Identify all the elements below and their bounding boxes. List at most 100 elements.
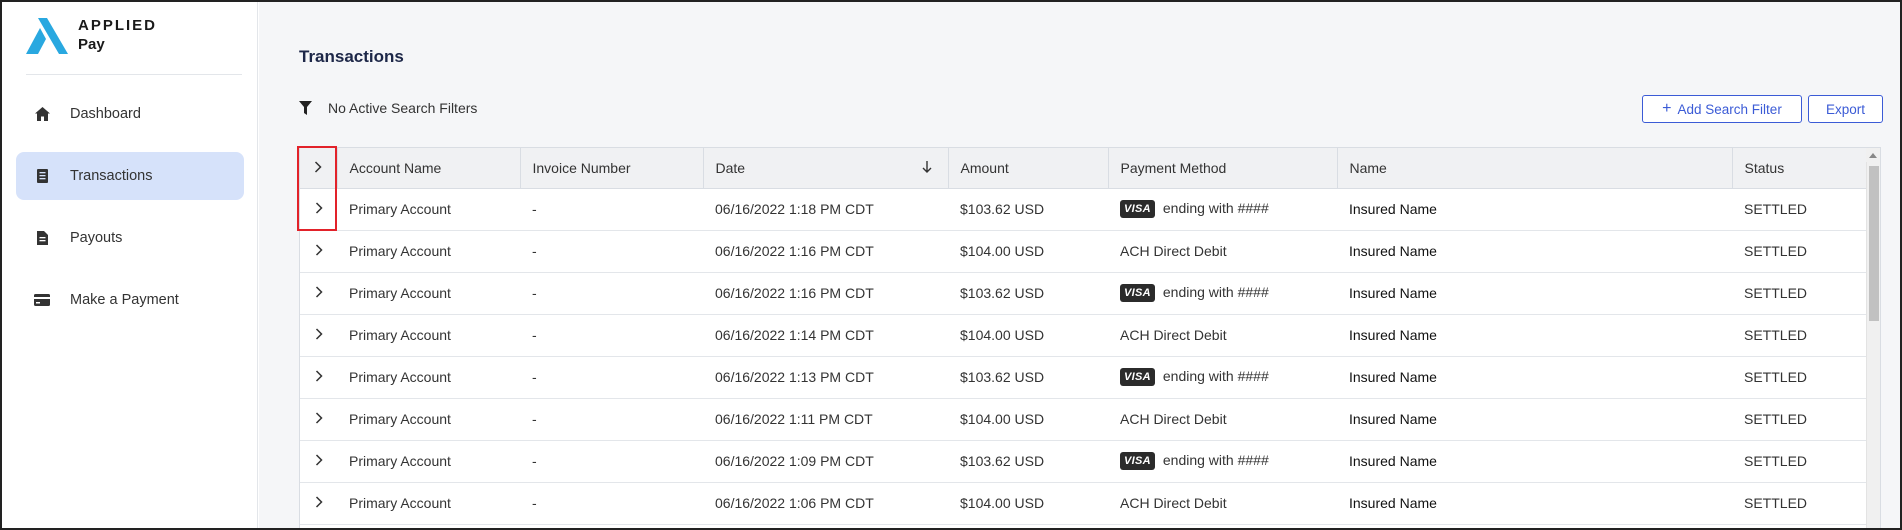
receipt-icon [32, 166, 52, 186]
row-expand-toggle[interactable] [300, 230, 337, 273]
logo-text-line2: Pay [78, 36, 105, 53]
cell-invoice-number: - [520, 188, 703, 231]
cell-name: Insured Name [1337, 440, 1732, 483]
main-content: Transactions No Active Search Filters + … [259, 2, 1900, 528]
column-header-amount[interactable]: Amount [948, 148, 1109, 189]
cell-account-name: Primary Account [337, 356, 520, 399]
cell-account-name: Primary Account [337, 440, 520, 483]
cell-amount: $104.00 USD [948, 314, 1108, 357]
plus-icon: + [1662, 100, 1672, 117]
cell-date: 06/16/2022 1:18 PM CDT [703, 188, 948, 231]
transactions-table: Account Name Invoice Number Date Amount … [299, 147, 1881, 528]
cell-date: 06/16/2022 1:09 PM CDT [703, 440, 948, 483]
row-expand-toggle[interactable] [300, 440, 337, 483]
row-expand-toggle[interactable] [300, 188, 337, 231]
cell-payment-method: ACH Direct Debit [1108, 482, 1337, 525]
cell-status: SETTLED [1732, 230, 1868, 273]
row-expand-toggle[interactable] [300, 482, 337, 525]
sidebar: APPLIED Pay Dashboard Transactions Payou… [2, 2, 258, 528]
table-body: Primary Account -06/16/2022 1:18 PM CDT $1… [300, 188, 1868, 525]
row-expand-toggle[interactable] [300, 398, 337, 441]
chevron-right-icon [314, 160, 322, 176]
payment-method-text: ending with #### [1162, 199, 1269, 216]
cell-name: Insured Name [1337, 482, 1732, 525]
cell-date: 06/16/2022 1:14 PM CDT [703, 314, 948, 357]
cell-invoice-number: - [520, 398, 703, 441]
cell-name: Insured Name [1337, 314, 1732, 357]
column-header-date[interactable]: Date [703, 148, 949, 189]
table-row[interactable]: Primary Account -06/16/2022 1:14 PM CDT $1… [300, 314, 1868, 357]
chevron-right-icon [315, 243, 323, 259]
sidebar-item-make-a-payment[interactable]: Make a Payment [16, 276, 244, 324]
cell-name: Insured Name [1337, 272, 1732, 315]
sidebar-item-dashboard[interactable]: Dashboard [16, 90, 244, 138]
applied-pay-logo[interactable]: APPLIED Pay [26, 18, 157, 58]
table-scrollbar[interactable] [1866, 162, 1880, 528]
cell-account-name: Primary Account [337, 482, 520, 525]
cell-invoice-number: - [520, 272, 703, 315]
table-row[interactable]: Primary Account -06/16/2022 1:13 PM CDT $1… [300, 356, 1868, 399]
sidebar-item-payouts[interactable]: Payouts [16, 214, 244, 262]
visa-card-icon: VISA [1120, 452, 1155, 471]
column-header-invoice-number[interactable]: Invoice Number [520, 148, 704, 189]
arrow-down-icon [922, 160, 932, 176]
sidebar-item-label: Transactions [70, 168, 153, 184]
table-row[interactable]: Primary Account -06/16/2022 1:16 PM CDT $1… [300, 272, 1868, 315]
cell-invoice-number: - [520, 356, 703, 399]
cell-payment-method: VISA ending with #### [1108, 188, 1337, 231]
scrollbar-thumb[interactable] [1869, 166, 1879, 321]
payment-method-text: ending with #### [1162, 283, 1269, 300]
chevron-right-icon [315, 369, 323, 385]
payment-method-text: ACH Direct Debit [1120, 411, 1227, 427]
scroll-up-arrow-icon[interactable] [1866, 148, 1880, 162]
cell-invoice-number: - [520, 230, 703, 273]
row-expand-toggle[interactable] [300, 356, 337, 399]
cell-status: SETTLED [1732, 398, 1868, 441]
cell-payment-method: VISA ending with #### [1108, 272, 1337, 315]
cell-account-name: Primary Account [337, 272, 520, 315]
cell-payment-method: VISA ending with #### [1108, 356, 1337, 399]
logo-divider [26, 74, 242, 75]
document-icon [32, 228, 52, 248]
add-search-filter-label: Add Search Filter [1677, 101, 1782, 117]
cell-status: SETTLED [1732, 440, 1868, 483]
table-row[interactable]: Primary Account -06/16/2022 1:11 PM CDT $1… [300, 398, 1868, 441]
cell-payment-method: ACH Direct Debit [1108, 314, 1337, 357]
sidebar-item-transactions[interactable]: Transactions [16, 152, 244, 200]
cell-account-name: Primary Account [337, 314, 520, 357]
chevron-right-icon [315, 453, 323, 469]
sidebar-nav: Dashboard Transactions Payouts Make a Pa… [16, 90, 244, 338]
filter-icon[interactable] [299, 101, 312, 115]
column-header-account-name[interactable]: Account Name [337, 148, 521, 189]
row-expand-toggle[interactable] [300, 314, 337, 357]
visa-card-icon: VISA [1120, 200, 1155, 219]
column-header-payment-method[interactable]: Payment Method [1108, 148, 1338, 189]
table-row[interactable]: Primary Account -06/16/2022 1:18 PM CDT $1… [300, 188, 1868, 231]
cell-amount: $104.00 USD [948, 398, 1108, 441]
payment-method-text: ACH Direct Debit [1120, 495, 1227, 511]
app-window: APPLIED Pay Dashboard Transactions Payou… [0, 0, 1902, 530]
column-header-name[interactable]: Name [1337, 148, 1733, 189]
row-expand-toggle[interactable] [300, 272, 337, 315]
cell-amount: $103.62 USD [948, 440, 1108, 483]
export-button[interactable]: Export [1808, 95, 1883, 123]
cell-amount: $104.00 USD [948, 482, 1108, 525]
payment-method-text: ending with #### [1162, 367, 1269, 384]
page-title: Transactions [299, 47, 404, 66]
table-row[interactable]: Primary Account -06/16/2022 1:06 PM CDT $1… [300, 482, 1868, 525]
cell-date: 06/16/2022 1:06 PM CDT [703, 482, 948, 525]
cell-date: 06/16/2022 1:16 PM CDT [703, 272, 948, 315]
table-row[interactable]: Primary Account -06/16/2022 1:09 PM CDT $1… [300, 440, 1868, 483]
table-row[interactable]: Primary Account -06/16/2022 1:16 PM CDT $1… [300, 230, 1868, 273]
expand-all-toggle[interactable] [300, 148, 338, 189]
chevron-right-icon [315, 495, 323, 511]
column-header-status[interactable]: Status [1732, 148, 1868, 189]
add-search-filter-button[interactable]: + Add Search Filter [1642, 95, 1802, 123]
cell-name: Insured Name [1337, 356, 1732, 399]
cell-account-name: Primary Account [337, 188, 520, 231]
payment-method-text: ACH Direct Debit [1120, 327, 1227, 343]
cell-name: Insured Name [1337, 230, 1732, 273]
cell-payment-method: ACH Direct Debit [1108, 398, 1337, 441]
cell-amount: $103.62 USD [948, 356, 1108, 399]
chevron-right-icon [315, 411, 323, 427]
